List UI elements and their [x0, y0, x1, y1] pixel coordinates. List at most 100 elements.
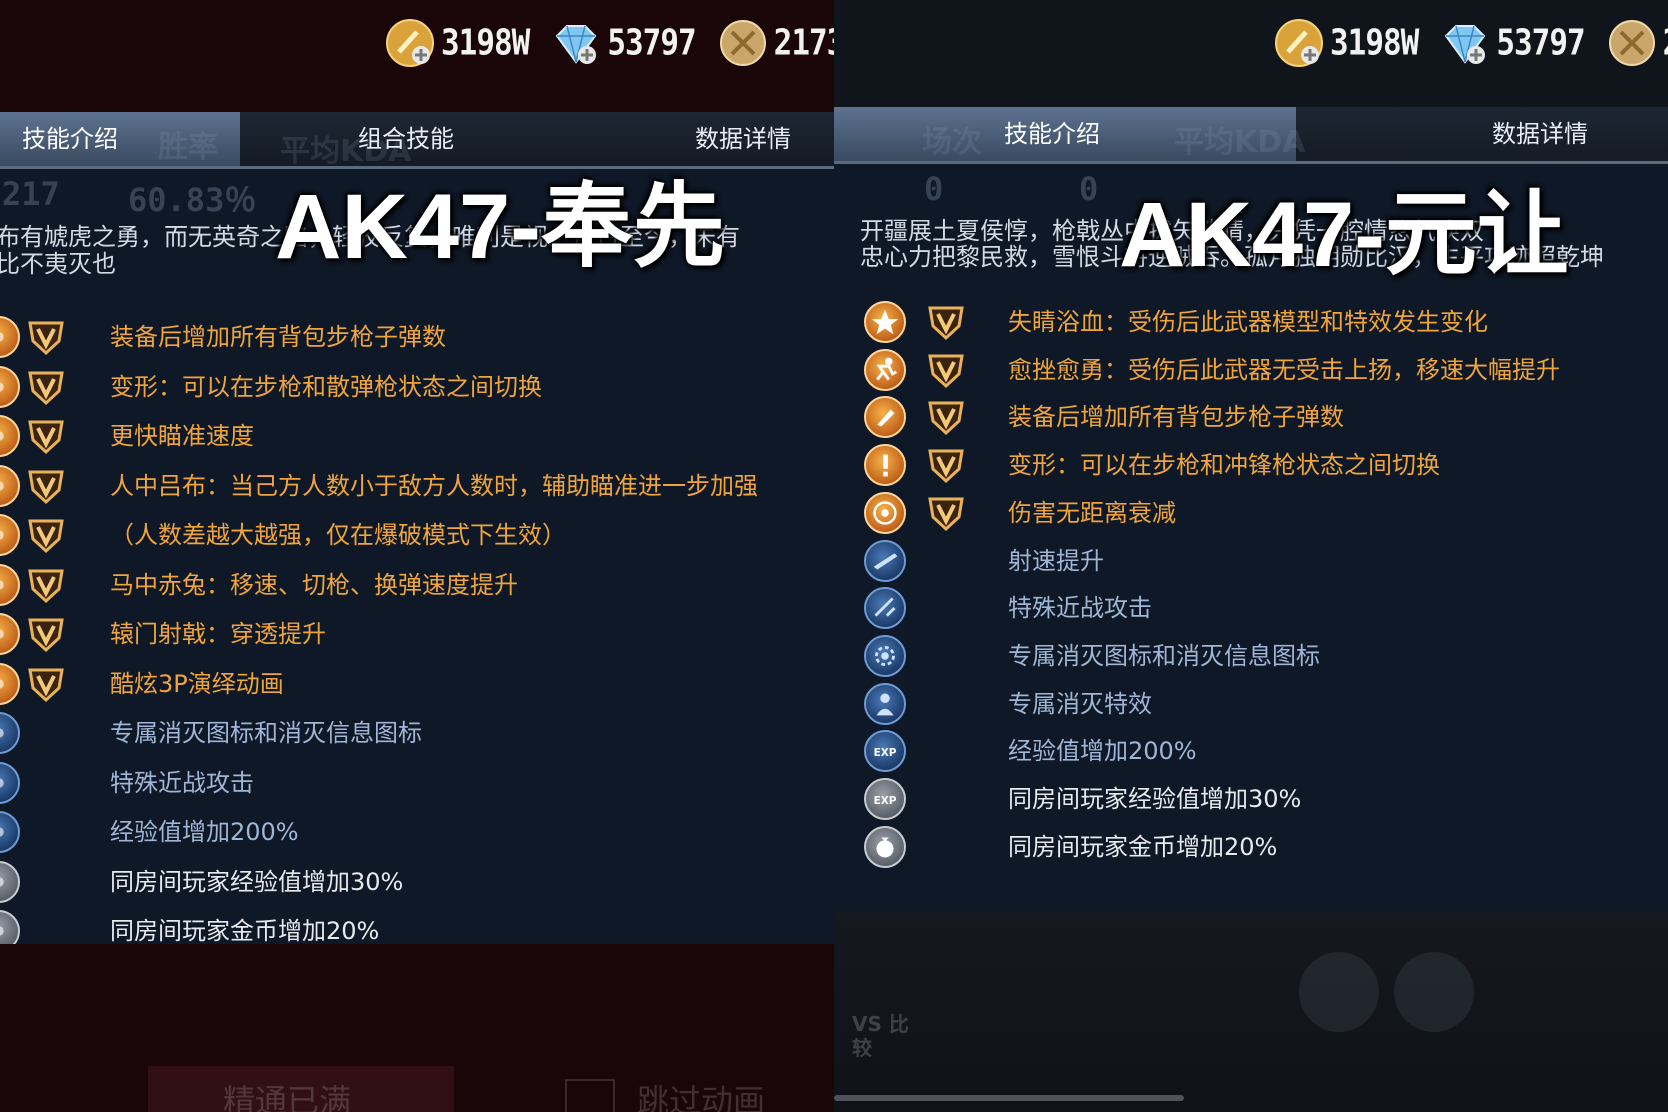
v-badge-icon	[926, 493, 966, 533]
v-badge-icon	[26, 367, 66, 407]
gold-amount: 3198W	[441, 22, 530, 64]
skill-text: 特殊近战攻击	[110, 768, 254, 797]
skill-text: 专属消灭图标和消灭信息图标	[1008, 641, 1320, 670]
gold-skill-icon	[0, 514, 20, 556]
medal-amount: 2173	[773, 22, 834, 64]
v-badge-icon	[26, 466, 66, 506]
skill-text: 更快瞄准速度	[110, 422, 254, 450]
skill-text: 马中赤兔：移速、切枪、换弹速度提升	[110, 570, 518, 599]
skill-text: 愈挫愈勇：受伤后此武器无受击上扬，移速大幅提升	[1008, 355, 1560, 384]
gold-skill-icon	[0, 316, 20, 358]
gold-skill-icon	[0, 613, 20, 655]
gold-skill-icon	[0, 415, 20, 457]
v-badge-icon	[926, 445, 966, 485]
skill-text: 同房间玩家金币增加20%	[1008, 832, 1278, 861]
skill-text: 装备后增加所有背包步枪子弹数	[1008, 403, 1344, 432]
skill-text: 射速提升	[1008, 546, 1104, 575]
medal-currency[interactable]: 2173	[1607, 18, 1668, 68]
gold-currency[interactable]: 3198W	[1274, 18, 1419, 68]
skill-text: 变形：可以在步枪和散弹枪状态之间切换	[110, 372, 542, 401]
bottom-bar: VS 比较	[834, 912, 1668, 1112]
target-icon	[864, 491, 906, 534]
left-panel: 3198W 53797 2173 技能介绍 胜率 平均KDA 组合技能 数据详情…	[0, 0, 834, 1112]
gold-coin-icon	[386, 19, 434, 67]
skip-animation-checkbox[interactable]	[565, 1079, 615, 1112]
rifle-icon	[864, 539, 906, 582]
running-icon	[864, 348, 906, 391]
skill-text: 装备后增加所有背包步枪子弹数	[110, 323, 446, 351]
v-badge-icon	[26, 317, 66, 357]
skill-text: 变形：可以在步枪和冲锋枪状态之间切换	[1008, 451, 1440, 480]
ghost-stat-count: 217	[2, 175, 60, 213]
exclaim-icon	[864, 444, 906, 487]
soldier-icon	[864, 682, 906, 725]
ghost-header-kda: 平均KDA	[1174, 125, 1306, 160]
skill-content: 217 60.83％ 布有虓虎之勇，而无英奇之略，轻狡反复，唯利是视。自古至今，…	[0, 169, 834, 952]
exp-icon: EXP	[864, 778, 906, 820]
blue-skill-icon	[0, 712, 20, 754]
blue-skill-icon	[0, 811, 20, 853]
skill-text: 失睛浴血：受伤后此武器模型和特效发生变化	[1008, 308, 1488, 336]
exp-icon: EXP	[864, 730, 906, 773]
medal-amount: 2173	[1663, 22, 1668, 63]
currency-bar: 3198W 53797 2173	[1274, 18, 1668, 68]
svg-text:EXP: EXP	[874, 747, 897, 759]
overlay-title: AK47-奉先	[275, 176, 725, 278]
gear-icon	[864, 634, 906, 677]
coin-bag-icon	[864, 825, 906, 868]
v-badge-icon	[926, 350, 966, 390]
gold-skill-icon	[0, 464, 20, 507]
v-badge-icon	[26, 565, 66, 605]
skill-text: 酷炫3P演绎动画	[110, 669, 284, 698]
v-badge-icon	[26, 614, 66, 654]
mastery-button[interactable]: 精通已满	[148, 1066, 454, 1112]
diamond-amount: 53797	[1496, 22, 1585, 64]
ghost-stat-matches: 0	[924, 170, 944, 208]
skill-text: 经验值增加200%	[110, 818, 299, 846]
skill-text: （人数差越大越强，仅在爆破模式下生效）	[110, 521, 566, 549]
gold-coin-icon	[1275, 19, 1323, 67]
bottom-bar: 精通已满 跳过动画	[0, 944, 834, 1112]
melee-icon	[864, 587, 906, 630]
overlay-title: AK47-元让	[1119, 184, 1569, 286]
skill-text: 专属消灭特效	[1008, 689, 1152, 718]
ghost-stat-winrate: 60.83％	[128, 181, 257, 219]
diamond-currency[interactable]: 53797	[1440, 18, 1586, 68]
skill-text: 同房间玩家经验值增加30%	[1008, 785, 1302, 813]
white-skill-icon	[0, 860, 20, 903]
svg-text:EXP: EXP	[874, 795, 897, 807]
v-badge-icon	[926, 397, 966, 437]
tab-data-details[interactable]: 数据详情	[1492, 107, 1588, 161]
skill-text: 伤害无距离衰减	[1008, 498, 1176, 527]
medal-coin-icon	[1608, 20, 1655, 66]
currency-bar: 3198W 53797 2173	[385, 18, 834, 68]
blue-skill-icon	[0, 761, 20, 804]
medal-coin-icon	[719, 20, 766, 66]
ghost-stat-kda: 0	[1079, 170, 1099, 208]
diamond-amount: 53797	[607, 22, 696, 64]
mastery-label: 精通已满	[223, 1082, 352, 1112]
v-badge-icon	[26, 515, 66, 555]
refresh-icon[interactable]	[1299, 952, 1379, 1032]
lore-line-2: 比不夷灭也	[0, 250, 116, 278]
diamond-icon	[556, 25, 597, 64]
v-badge-icon	[26, 664, 66, 704]
gold-skill-icon	[0, 662, 20, 705]
skill-text: 同房间玩家经验值增加30%	[110, 867, 404, 896]
v-badge-icon	[26, 416, 66, 456]
v-badge-icon	[926, 302, 966, 342]
skill-text: 人中吕布：当己方人数小于敌方人数时，辅助瞄准进一步加强	[110, 471, 758, 500]
skill-text: 经验值增加200%	[1008, 737, 1197, 766]
skip-animation-label: 跳过动画	[637, 1082, 766, 1112]
ghost-header-winrate: 胜率	[158, 130, 218, 165]
star-icon	[864, 301, 906, 343]
skill-text: 辕门射戟：穿透提升	[110, 620, 326, 648]
vs-compare-label[interactable]: VS 比较	[852, 1012, 922, 1060]
swap-icon[interactable]	[1394, 952, 1474, 1032]
diamond-icon	[1445, 25, 1486, 64]
diamond-currency[interactable]: 53797	[551, 18, 697, 68]
medal-currency[interactable]: 2173	[718, 18, 834, 68]
gold-skill-icon	[0, 563, 20, 606]
scrollbar[interactable]	[834, 1095, 1184, 1101]
gold-currency[interactable]: 3198W	[385, 18, 530, 68]
